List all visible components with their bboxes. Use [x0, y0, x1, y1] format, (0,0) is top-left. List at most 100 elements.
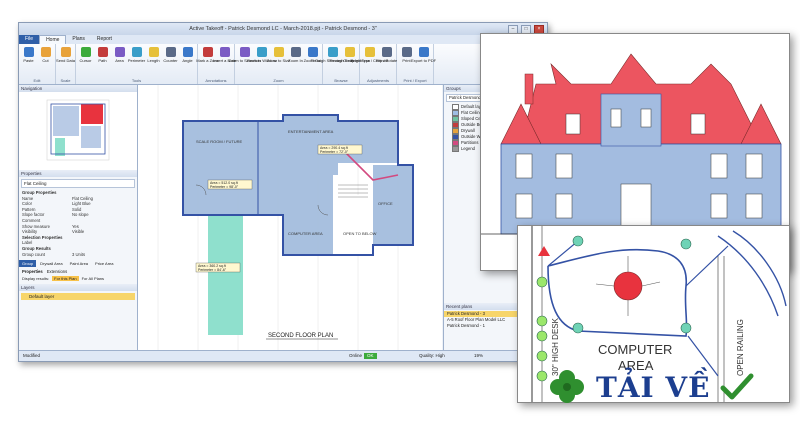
layer-label: Default layer	[29, 294, 55, 300]
tab-extensions[interactable]: Extensions	[47, 269, 67, 274]
ribbon-group-label: Annotations	[205, 78, 227, 83]
selected-group-dropdown[interactable]: Flat Ceiling	[21, 179, 135, 188]
layers-header: Layers	[19, 284, 137, 292]
tool-icon	[202, 47, 213, 57]
ribbon-button[interactable]: Perimeter	[128, 45, 145, 63]
ribbon-button[interactable]: Area	[112, 45, 127, 63]
ribbon-button[interactable]: Counter	[163, 45, 178, 63]
plan-title: SECOND FLOOR PLAN	[268, 333, 333, 339]
navigation-header: Navigation	[19, 85, 137, 92]
tool-icon	[418, 47, 429, 57]
property-value: No slope	[72, 212, 89, 218]
ribbon-button[interactable]: Zoom to Size	[267, 45, 290, 63]
property-sub-tabs: Properties Extensions	[19, 269, 137, 274]
tool-icon	[307, 47, 318, 57]
tab-plans[interactable]: Plans	[66, 35, 91, 44]
file-tab[interactable]: File	[19, 35, 40, 44]
ribbon-button[interactable]: Length	[146, 45, 161, 63]
tool-icon	[219, 47, 230, 57]
download-text: TẢI VỀ	[596, 370, 711, 404]
zoom-level[interactable]: 19%	[474, 351, 483, 361]
properties-header: Properties	[19, 170, 137, 177]
tab-price-area[interactable]: Price Area	[92, 260, 116, 267]
ribbon-button-label: Cut	[42, 58, 49, 63]
tab-group[interactable]: Group	[19, 260, 37, 268]
ribbon-group-label: Adjustments	[366, 78, 389, 83]
tool-icon	[114, 47, 125, 57]
ribbon-button-label: Cursor	[79, 58, 92, 63]
ribbon-group: Send Data Scale	[56, 44, 76, 84]
ribbon-button-label: Area	[115, 58, 124, 63]
ribbon-button-label: Print	[402, 58, 411, 63]
ribbon-group-label: Edit	[33, 78, 41, 83]
tab-drywall-area[interactable]: Drywall Area	[37, 260, 65, 267]
window-title: Active Takeoff - Patrick Desmond LC - Ma…	[189, 26, 377, 32]
tool-icon	[364, 47, 375, 57]
ribbon-button-label: Angle	[182, 58, 193, 63]
status-bar: Modified Online OK Quality: High 19%	[19, 350, 547, 361]
room-label: ENTERTAINMENT AREA	[288, 129, 334, 134]
tab-paint-area[interactable]: Paint Area	[67, 260, 91, 267]
tool-icon	[60, 47, 71, 57]
tool-icon	[23, 47, 34, 57]
ribbon-group: Zoom to Selection Zoom to Window Zoom to S…	[228, 44, 323, 84]
download-badge[interactable]: TẢI VỀ	[548, 368, 754, 406]
all-plans-button[interactable]: For All Plans	[82, 276, 104, 281]
ribbon-group: Cursor Path Area Perimeter Length Counter Angl…	[76, 44, 198, 84]
svg-text:Perimeter = 84'-6": Perimeter = 84'-6"	[198, 268, 227, 272]
ribbon-button[interactable]: Send Data	[56, 45, 75, 63]
tab-home[interactable]: Home	[39, 35, 67, 44]
tool-icon	[165, 47, 176, 57]
property-value: 3 Units	[72, 251, 86, 257]
svg-text:Perimeter = 98'-0": Perimeter = 98'-0"	[210, 185, 239, 189]
tool-icon	[148, 47, 159, 57]
ribbon-group-label: Browse	[334, 78, 348, 83]
clover-icon	[550, 370, 584, 403]
title-bar: Active Takeoff - Patrick Desmond LC - Ma…	[19, 23, 547, 35]
tool-icon	[344, 47, 355, 57]
tool-icon	[80, 47, 91, 57]
ribbon-button[interactable]: Paste	[21, 45, 36, 63]
display-results-row: Display results: For this Plan For All P…	[19, 276, 137, 282]
ribbon-button[interactable]: Zoom In	[288, 45, 303, 63]
ribbon-button-label: Flip / Rotate	[375, 58, 398, 63]
navigation-thumbnail[interactable]	[19, 92, 137, 170]
svg-text:Perimeter = 72'-0": Perimeter = 72'-0"	[320, 150, 349, 154]
tool-icon	[239, 47, 250, 57]
tool-icon	[40, 47, 51, 57]
room-label: SCALE ROOM / FUTURE	[196, 139, 243, 144]
ribbon-button-label: Counter	[163, 58, 178, 63]
ribbon-group: Paste Cut Edit	[19, 44, 56, 84]
selected-group-value: Flat Ceiling	[24, 181, 47, 186]
ribbon-button[interactable]: Export to PDF	[411, 45, 436, 63]
tool-icon	[273, 47, 284, 57]
display-results-label: Display results:	[22, 276, 50, 282]
tab-properties[interactable]: Properties	[22, 269, 43, 274]
ribbon-group-label: Scale	[60, 78, 71, 83]
ribbon-button[interactable]: Angle	[180, 45, 195, 63]
layer-item[interactable]: Default layer	[21, 293, 135, 301]
ribbon-button[interactable]: Path	[95, 45, 110, 63]
this-plan-button[interactable]: For this Plan	[52, 276, 79, 282]
ribbon-button[interactable]: Cut	[38, 45, 53, 63]
plan-canvas[interactable]: Area = 512.0 sq.ft Perimeter = 98'-0" Are…	[138, 85, 442, 350]
tab-report[interactable]: Report	[91, 35, 118, 44]
room-label: COMPUTER AREA	[288, 231, 323, 236]
tool-icon	[381, 47, 392, 57]
application-window: Active Takeoff - Patrick Desmond LC - Ma…	[18, 22, 548, 362]
quality-selector[interactable]: Quality: High	[419, 351, 445, 361]
online-status-badge: OK	[364, 353, 377, 359]
ribbon-button-label: Length	[147, 58, 160, 63]
tool-icon	[401, 47, 412, 57]
ribbon-group: Brightness / Contrast Flip / Rotate Adjust…	[351, 44, 397, 84]
checkmark-icon	[720, 373, 754, 400]
room-label: OFFICE	[378, 201, 393, 206]
group-color-swatch	[452, 146, 459, 152]
ribbon-button[interactable]: Flip / Rotate	[376, 45, 397, 63]
property-row[interactable]: Group count 3 Units	[19, 252, 137, 258]
ribbon-group: Through Selected Group Through Selected T…	[311, 44, 370, 84]
tool-icon	[327, 47, 338, 57]
ribbon-button-label: Send Data	[56, 58, 75, 63]
tool-icon	[290, 47, 301, 57]
ribbon-button[interactable]: Cursor	[78, 45, 93, 63]
